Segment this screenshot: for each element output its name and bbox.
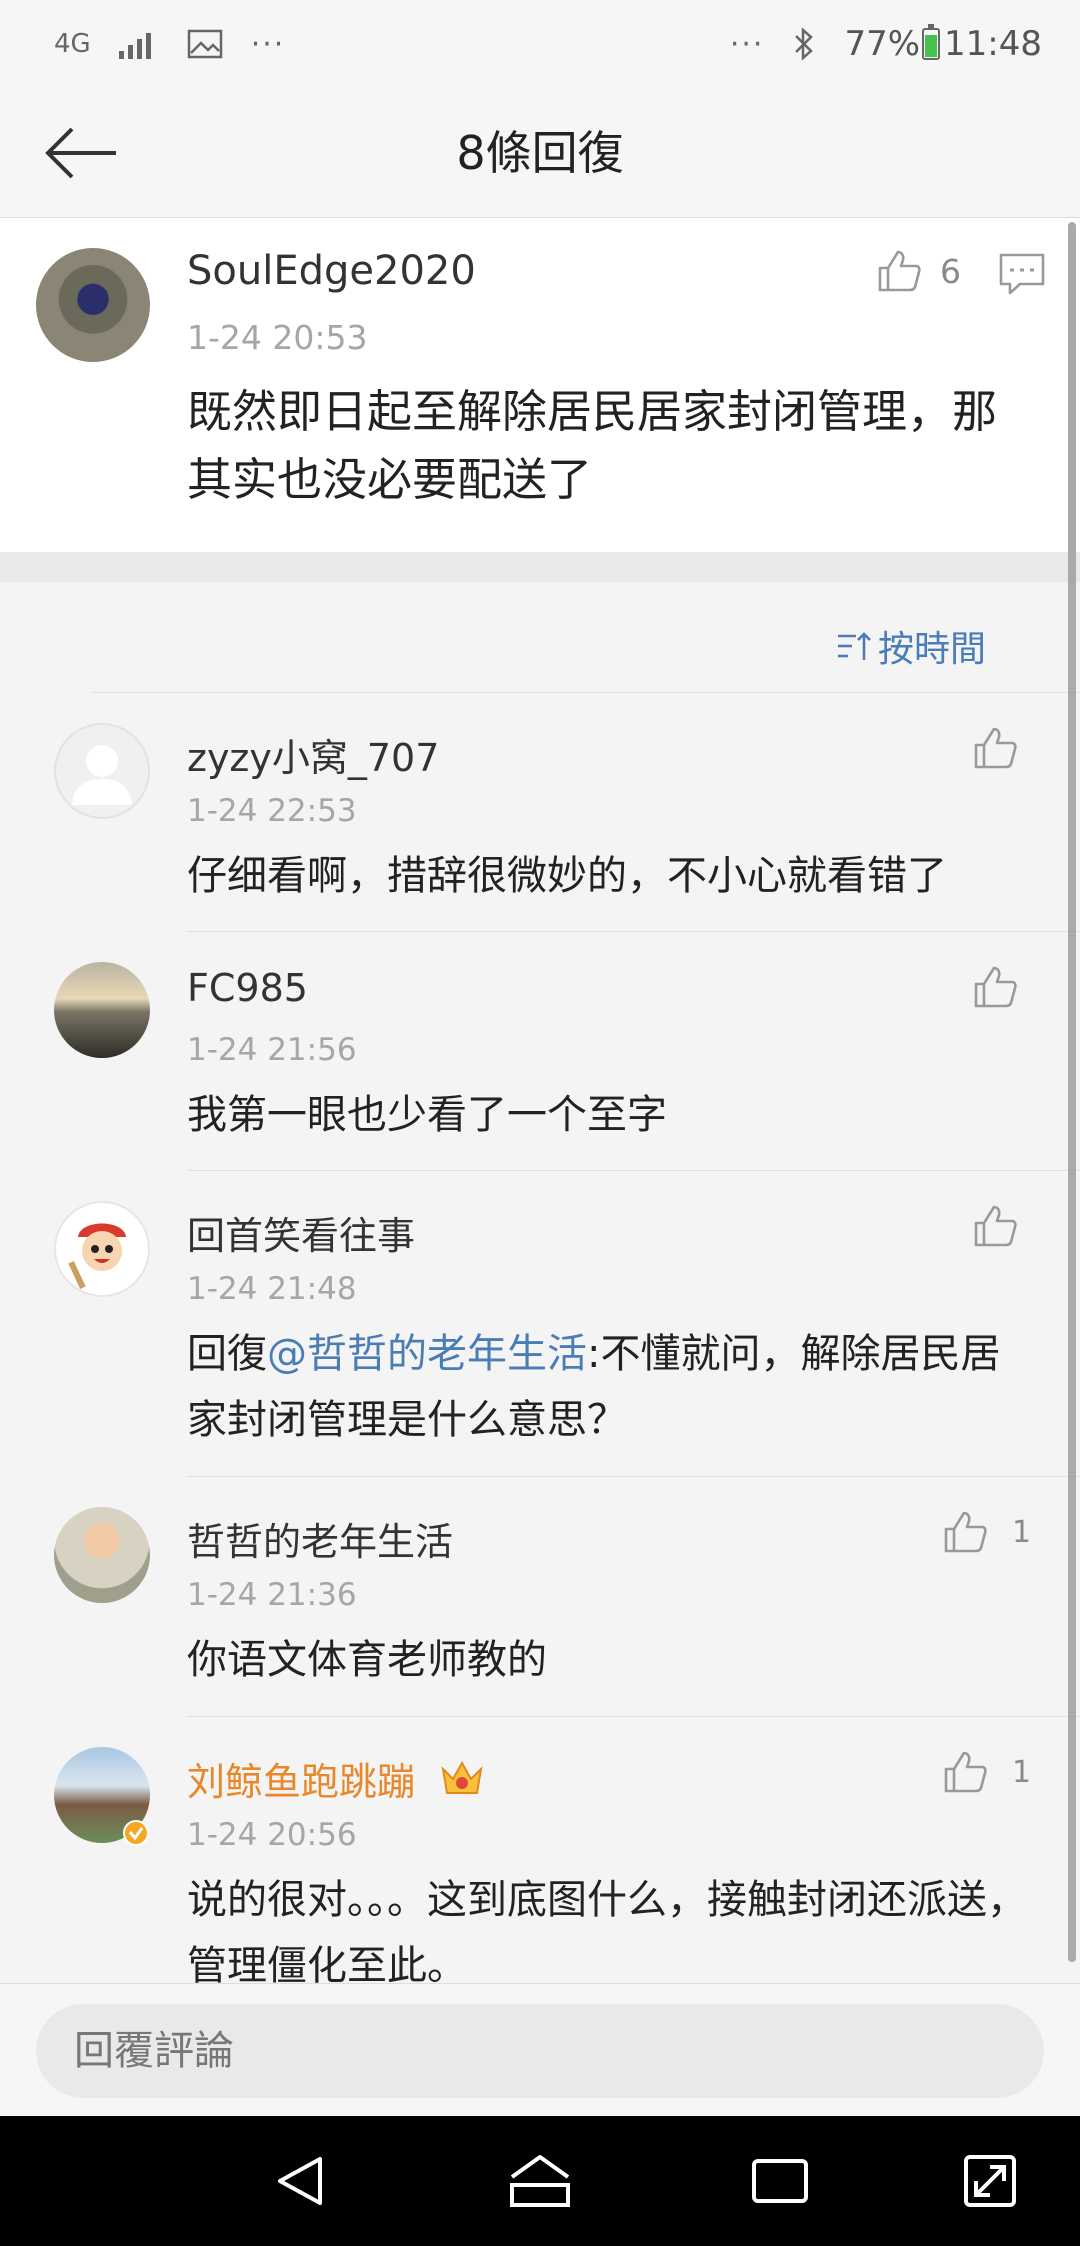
page-title: 8條回復 xyxy=(456,126,624,180)
verified-badge-icon xyxy=(123,1820,149,1846)
thumbs-up-icon xyxy=(944,1751,987,1793)
reply-username[interactable]: 哲哲的老年生活 xyxy=(187,1511,453,1566)
cartoon-avatar-icon xyxy=(68,1223,126,1289)
scrollbar[interactable] xyxy=(1068,222,1076,1962)
signal-icon xyxy=(118,33,151,59)
section-divider xyxy=(0,552,1080,582)
comment-icon[interactable] xyxy=(998,252,1046,296)
like-button[interactable] xyxy=(972,964,1018,1010)
like-count: 1 xyxy=(1012,1754,1032,1790)
battery-icon xyxy=(922,24,941,60)
sort-label: 按時間 xyxy=(877,629,986,670)
mention-link[interactable]: @哲哲的老年生活 xyxy=(267,1331,587,1377)
reply-time: 1-24 20:56 xyxy=(187,1817,357,1853)
reply-prefix: 回復 xyxy=(187,1331,267,1377)
nav-expand-icon[interactable] xyxy=(958,2151,1022,2211)
reply-input-bar: 回覆評論 xyxy=(0,1983,1080,2116)
avatar[interactable] xyxy=(54,723,150,819)
title-bar: 8條回復 xyxy=(0,88,1080,218)
reply-time: 1-24 22:53 xyxy=(187,793,357,829)
list-item: 刘鲸鱼跑跳蹦 1-24 20:56 说的很对。。。这到底图什么，接触封闭还派送，… xyxy=(0,1717,1080,1983)
bluetooth-icon xyxy=(795,27,814,61)
reply-time: 1-24 21:48 xyxy=(187,1271,357,1307)
default-avatar-icon xyxy=(72,745,132,805)
reply-text: 仔细看啊，措辞很微妙的，不小心就看错了 xyxy=(187,853,947,899)
reply-text: 你语文体育老师教的 xyxy=(187,1637,547,1683)
status-left: 4G ··· xyxy=(54,27,285,62)
list-item: FC985 1-24 21:56 我第一眼也少看了一个至字 xyxy=(0,932,1080,1170)
like-button[interactable]: 6 xyxy=(876,248,961,294)
reply-time: 1-24 21:56 xyxy=(187,1032,357,1068)
clock: 11:48 xyxy=(944,24,1042,64)
thumbs-up-icon xyxy=(878,250,921,292)
crown-icon xyxy=(441,1760,483,1794)
more-notifications-icon: ··· xyxy=(250,26,286,62)
vip-username: 刘鲸鱼跑跳蹦 xyxy=(187,1760,416,1804)
avatar[interactable] xyxy=(36,248,150,362)
nav-home-icon[interactable] xyxy=(508,2151,572,2211)
system-nav-bar xyxy=(0,2116,1080,2246)
status-right: ··· 77% 11:48 xyxy=(730,24,1042,64)
like-button[interactable]: 1 xyxy=(942,1749,1031,1795)
battery-percent: 77% xyxy=(844,24,921,64)
battery-group: 77% 11:48 xyxy=(844,24,1042,64)
reply-input[interactable]: 回覆評論 xyxy=(36,2004,1044,2098)
list-item: zyzy小窝_707 1-24 22:53 仔细看啊，措辞很微妙的，不小心就看错… xyxy=(0,693,1080,931)
thumbs-up-icon xyxy=(974,966,1017,1008)
comment-text: 既然即日起至解除居民居家封闭管理，那其实也没必要配送了 xyxy=(187,385,998,506)
reply-page: 4G ··· ··· 77% 11:48 8條回復 SoulEdge2020 1… xyxy=(0,0,1080,2246)
sort-icon xyxy=(837,632,871,660)
reply-text: 我第一眼也少看了一个至字 xyxy=(187,1092,667,1138)
like-count: 1 xyxy=(1012,1514,1032,1550)
main-comment: SoulEdge2020 1-24 20:53 6 既然即日起至解除居民居家封闭… xyxy=(0,218,1080,552)
reply-username[interactable]: zyzy小窝_707 xyxy=(187,727,439,782)
reply-username[interactable]: FC985 xyxy=(187,966,308,1010)
comment-time: 1-24 20:53 xyxy=(187,318,368,357)
status-bar: 4G ··· ··· 77% 11:48 xyxy=(0,0,1080,88)
avatar[interactable] xyxy=(54,1201,150,1297)
sort-by-time-button[interactable]: 按時間 xyxy=(836,620,986,672)
network-indicator: 4G xyxy=(54,29,91,59)
reply-text: 说的很对。。。这到底图什么，接触封闭还派送，管理僵化至此。 xyxy=(187,1877,1027,1983)
thumbs-up-icon xyxy=(974,1205,1017,1247)
list-item: 回首笑看往事 1-24 21:48 回復@哲哲的老年生活:不懂就问，解除居民居家… xyxy=(0,1171,1080,1476)
like-button[interactable] xyxy=(972,1203,1018,1249)
thumbs-up-icon xyxy=(974,727,1017,769)
reply-text: 回復@哲哲的老年生活:不懂就问，解除居民居家封闭管理是什么意思？ xyxy=(187,1321,1037,1453)
like-button[interactable] xyxy=(972,725,1018,771)
list-item: 哲哲的老年生活 1-24 21:36 你语文体育老师教的 1 xyxy=(0,1477,1080,1716)
like-count: 6 xyxy=(940,251,961,291)
nav-back-icon[interactable] xyxy=(270,2151,334,2211)
avatar[interactable] xyxy=(54,962,150,1058)
nav-recents-icon[interactable] xyxy=(748,2151,812,2211)
comment-username[interactable]: SoulEdge2020 xyxy=(187,248,476,294)
like-button[interactable]: 1 xyxy=(942,1509,1031,1555)
thumbs-up-icon xyxy=(944,1511,987,1553)
image-notification-icon xyxy=(187,29,222,59)
reply-username[interactable]: 回首笑看往事 xyxy=(187,1205,415,1260)
reply-username[interactable]: 刘鲸鱼跑跳蹦 xyxy=(187,1751,485,1806)
avatar[interactable] xyxy=(54,1507,150,1603)
reply-time: 1-24 21:36 xyxy=(187,1577,357,1613)
more-status-icon: ··· xyxy=(729,26,765,62)
sort-row: 按時間 xyxy=(0,582,1080,692)
